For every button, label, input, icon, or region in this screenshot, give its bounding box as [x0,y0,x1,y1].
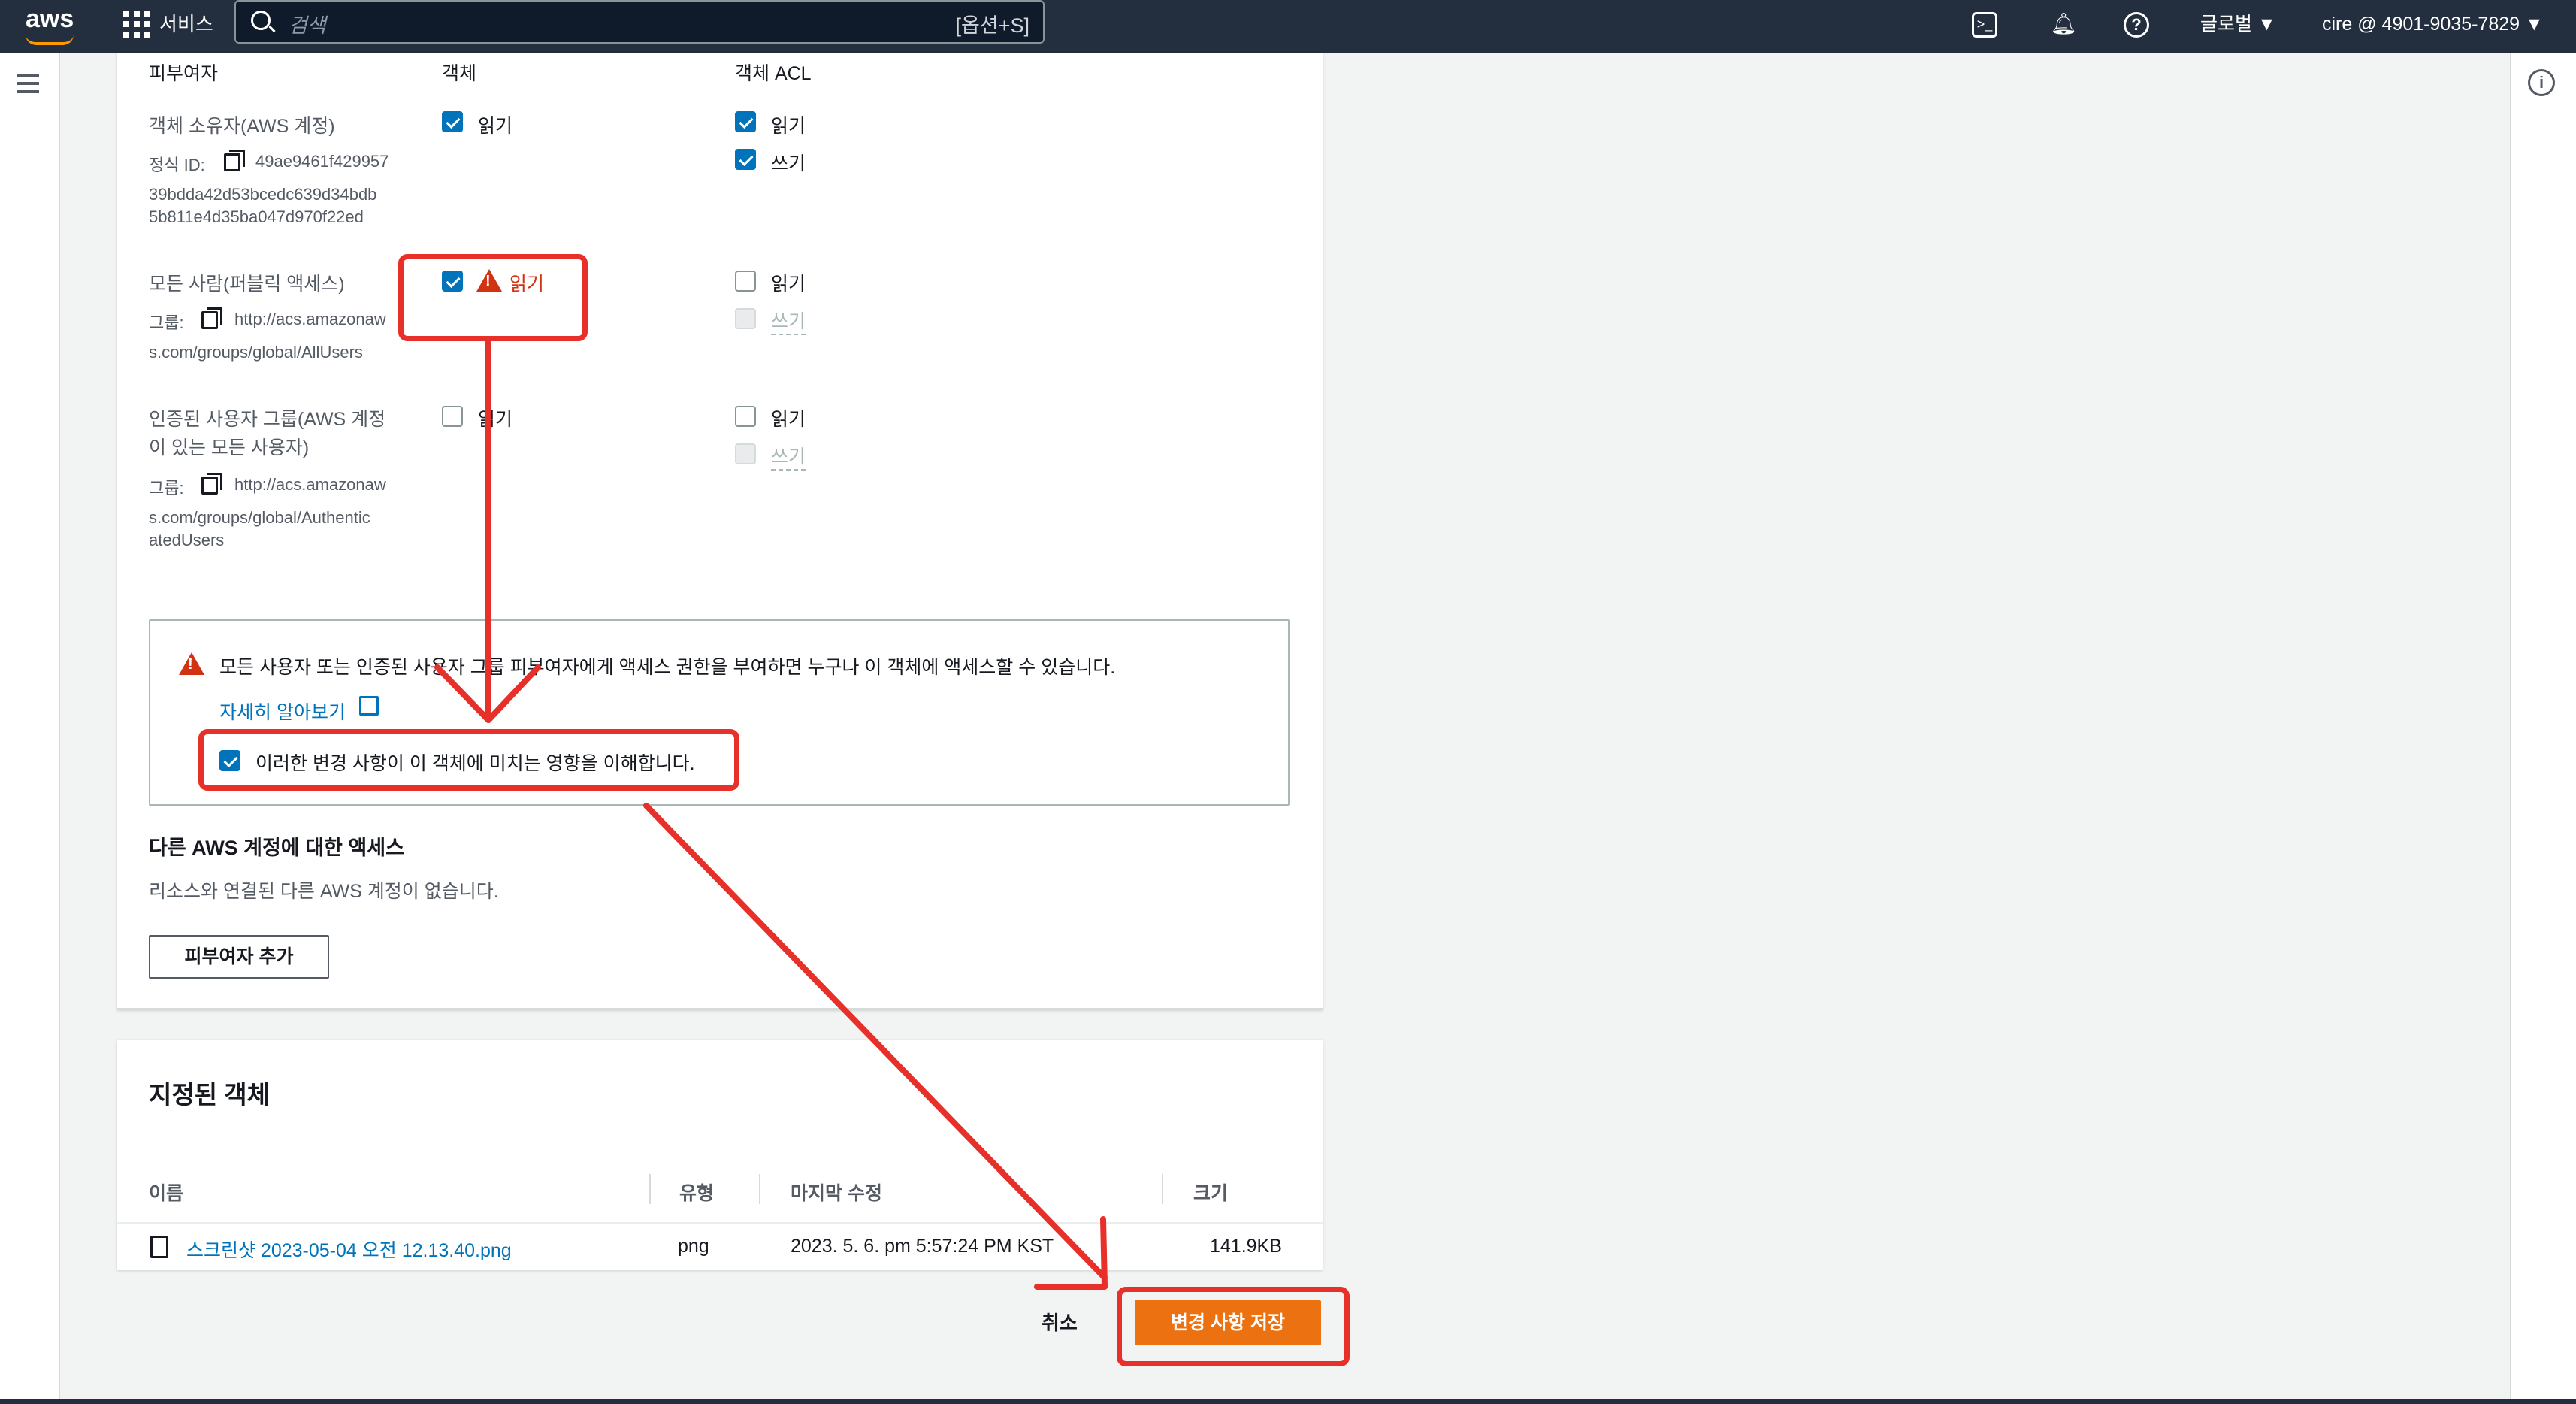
annotation-arrows [434,338,1108,1290]
bottom-bar [0,1399,2576,1404]
